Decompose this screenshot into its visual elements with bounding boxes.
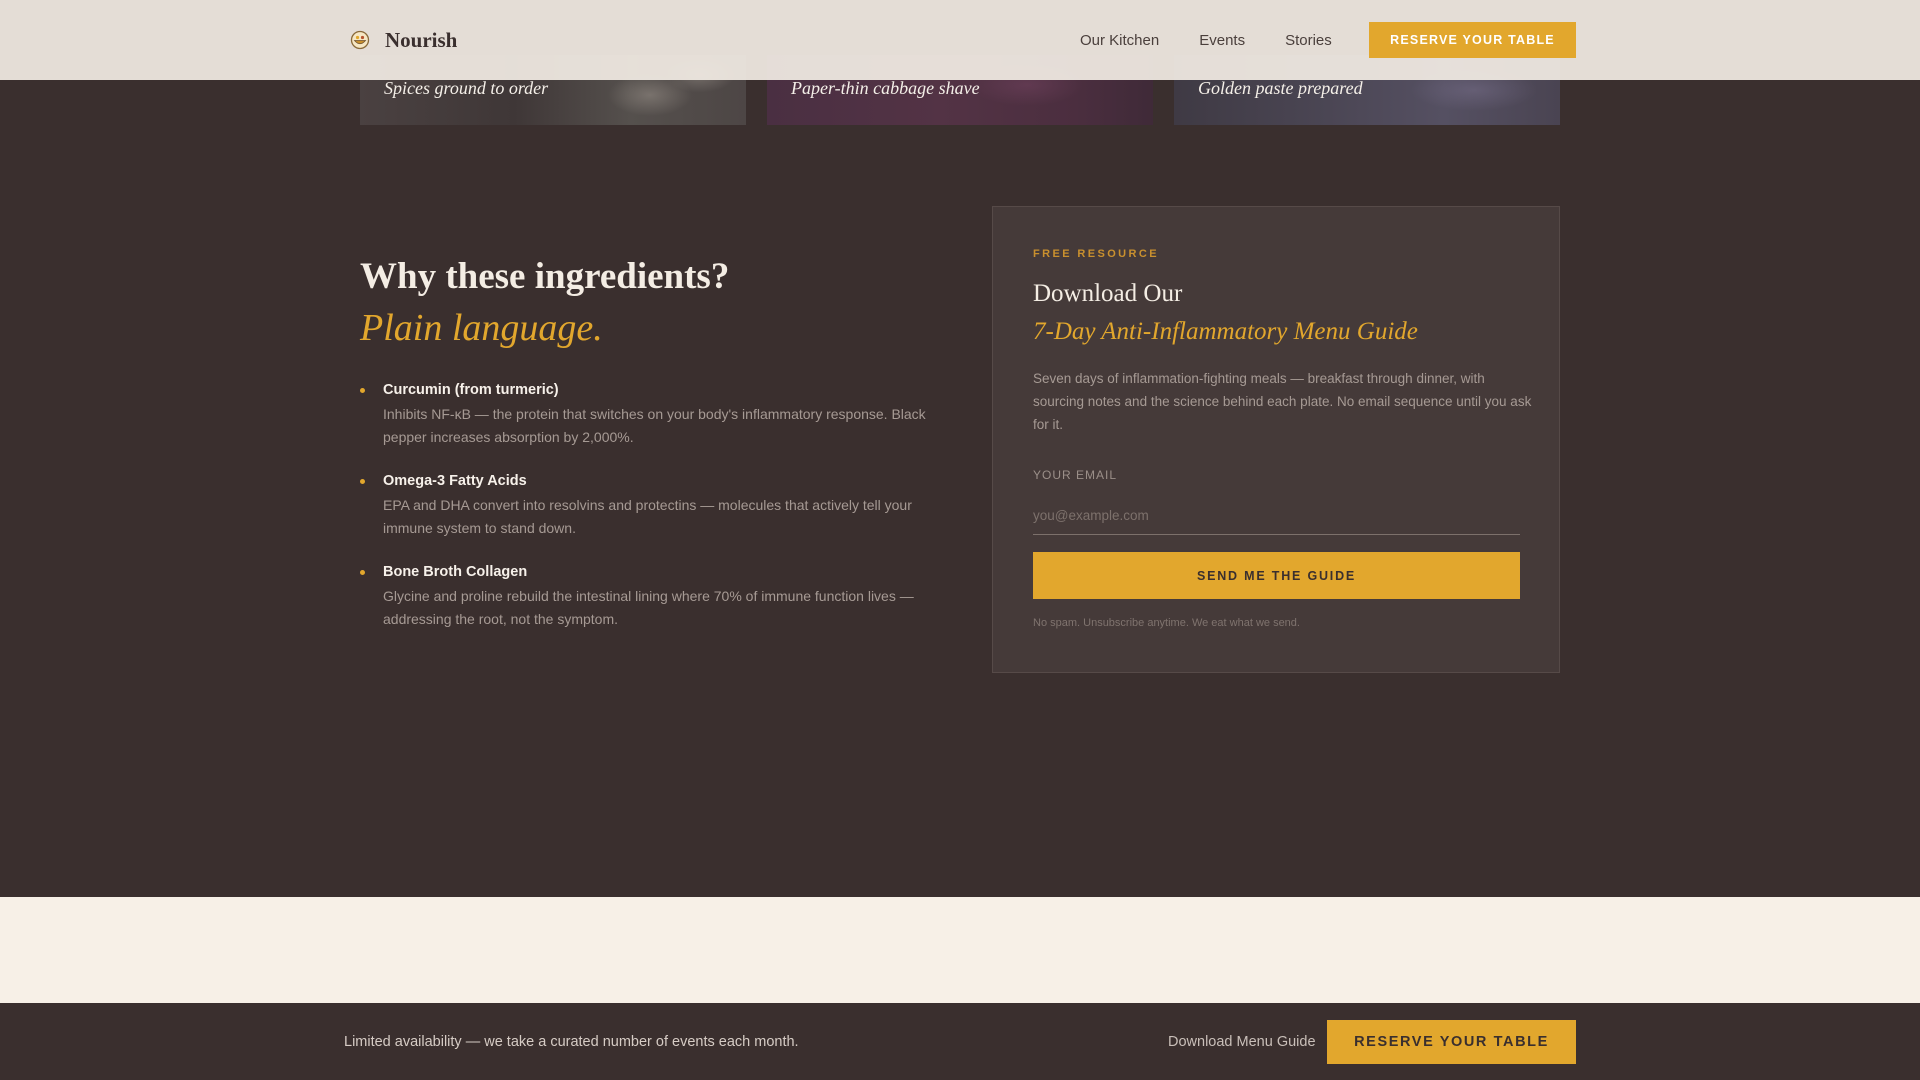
brand-link[interactable]: Nourish xyxy=(349,24,457,56)
availability-text: Limited availability — we take a curated… xyxy=(344,1034,799,1050)
site-header: Nourish Our Kitchen Events Stories RESER… xyxy=(0,0,1920,80)
ingredient-list: Curcumin (from turmeric) Inhibits NF-κB … xyxy=(360,380,940,653)
main-nav: Our Kitchen Events Stories xyxy=(1080,22,1372,58)
strip-caption-spices: Spices ground to order xyxy=(384,78,549,98)
bullet-dot-icon xyxy=(360,388,365,393)
why-subheading: Plain language. xyxy=(360,307,603,349)
ingredient-description: Inhibits NF-κB — the protein that switch… xyxy=(383,406,926,445)
strip-caption-cabbage: Paper-thin cabbage shave xyxy=(791,78,980,98)
nav-link-our-kitchen[interactable]: Our Kitchen xyxy=(1080,32,1159,49)
list-item: Curcumin (from turmeric) Inhibits NF-κB … xyxy=(360,380,940,449)
brand-name: Nourish xyxy=(385,27,458,52)
footer-reserve-button[interactable]: RESERVE YOUR TABLE xyxy=(1327,1020,1576,1064)
ingredient-name: Omega-3 Fatty Acids xyxy=(383,473,527,489)
download-menu-guide-link[interactable]: Download Menu Guide xyxy=(1168,1034,1316,1050)
card-title-emphasis: 7-Day Anti-Inflammatory Menu Guide xyxy=(1033,318,1418,345)
menu-guide-card: FREE RESOURCE Download Our 7-Day Anti-In… xyxy=(992,206,1560,673)
send-guide-button[interactable]: SEND ME THE GUIDE xyxy=(1033,552,1520,599)
bowl-logo-icon xyxy=(349,29,371,51)
list-item: Omega-3 Fatty Acids EPA and DHA convert … xyxy=(360,471,940,540)
card-title: Download Our xyxy=(1033,280,1183,307)
list-item: Bone Broth Collagen Glycine and proline … xyxy=(360,562,940,631)
ingredient-description: Glycine and proline rebuild the intestin… xyxy=(383,588,914,627)
ingredient-name: Curcumin (from turmeric) xyxy=(383,382,559,398)
light-section xyxy=(0,897,1920,1003)
nav-link-stories[interactable]: Stories xyxy=(1285,32,1332,49)
header-reserve-button[interactable]: RESERVE YOUR TABLE xyxy=(1369,22,1576,58)
nav-link-events[interactable]: Events xyxy=(1199,32,1245,49)
ingredient-description: EPA and DHA convert into resolvins and p… xyxy=(383,497,912,536)
sticky-footer-bar: Limited availability — we take a curated… xyxy=(0,1003,1920,1080)
card-description: Seven days of inflammation-fighting meal… xyxy=(1033,371,1532,432)
strip-caption-paste: Golden paste prepared xyxy=(1198,78,1363,98)
card-eyebrow: FREE RESOURCE xyxy=(1033,248,1159,260)
email-label: YOUR EMAIL xyxy=(1033,468,1118,482)
ingredient-name: Bone Broth Collagen xyxy=(383,564,528,580)
bullet-dot-icon xyxy=(360,570,365,575)
bullet-dot-icon xyxy=(360,479,365,484)
why-heading: Why these ingredients? xyxy=(360,256,730,297)
email-field[interactable] xyxy=(1033,497,1520,535)
fine-print: No spam. Unsubscribe anytime. We eat wha… xyxy=(1033,617,1300,629)
